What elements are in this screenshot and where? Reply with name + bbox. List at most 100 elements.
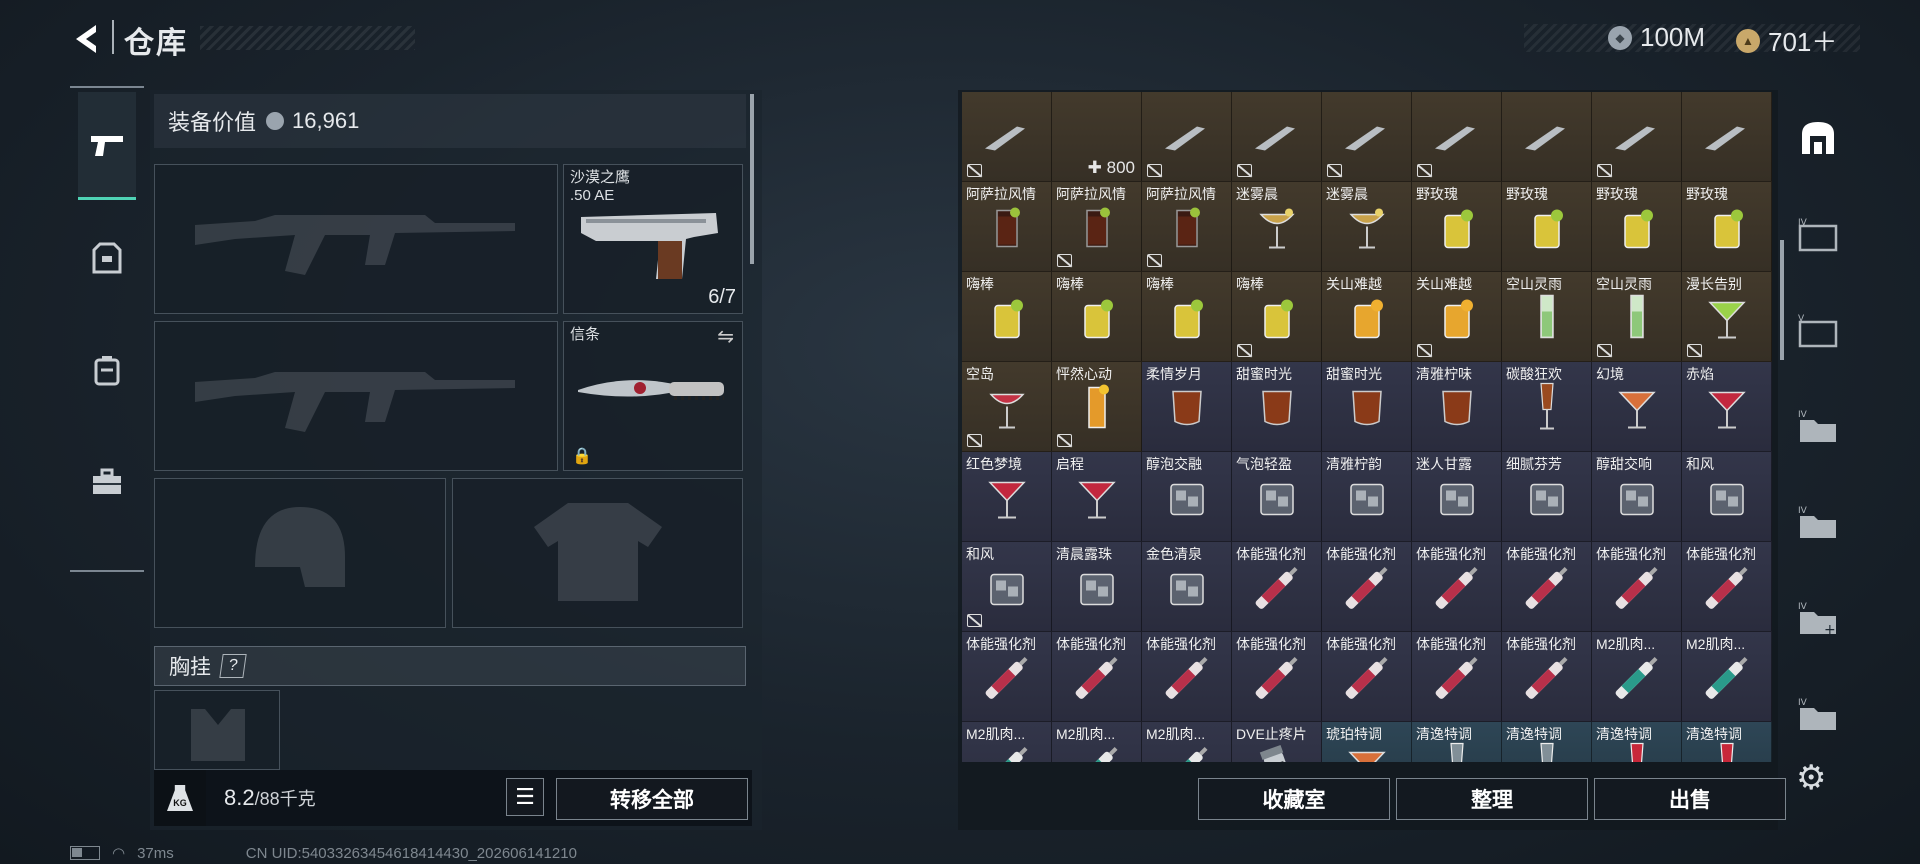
item-cell[interactable]: 野玫瑰: [1682, 182, 1772, 272]
item-cell[interactable]: 漫长告别: [1682, 272, 1772, 362]
item-cell[interactable]: 气泡轻盈: [1232, 452, 1322, 542]
armor-slot[interactable]: [452, 478, 743, 628]
transfer-all-button[interactable]: 转移全部: [556, 778, 748, 820]
item-cell[interactable]: M2肌肉...: [1052, 722, 1142, 762]
item-cell[interactable]: 体能强化剂: [1322, 542, 1412, 632]
item-cell[interactable]: 阿萨拉风情: [1052, 182, 1142, 272]
item-cell[interactable]: 清晨露珠: [1052, 542, 1142, 632]
item-cell[interactable]: [1502, 92, 1592, 182]
item-cell[interactable]: 关山难越: [1322, 272, 1412, 362]
item-cell[interactable]: 嗨棒: [1232, 272, 1322, 362]
item-cell[interactable]: 碳酸狂欢: [1502, 362, 1592, 452]
item-cell[interactable]: 清逸特调: [1592, 722, 1682, 762]
primary-weapon-slot[interactable]: [154, 164, 558, 314]
item-cell[interactable]: 嗨棒: [1052, 272, 1142, 362]
item-cell[interactable]: 嗨棒: [1142, 272, 1232, 362]
loadout-scrollbar[interactable]: [750, 94, 754, 264]
item-cell[interactable]: M2肌肉...: [1592, 632, 1682, 722]
item-cell[interactable]: 赤焰: [1682, 362, 1772, 452]
settings-gear-icon[interactable]: ⚙: [1796, 758, 1826, 798]
item-cell[interactable]: ✚ 800: [1052, 92, 1142, 182]
item-cell[interactable]: [1592, 92, 1682, 182]
item-cell[interactable]: 体能强化剂: [1232, 632, 1322, 722]
item-cell[interactable]: 体能强化剂: [962, 632, 1052, 722]
storage-tab-2[interactable]: V: [1790, 282, 1846, 378]
helmet-slot[interactable]: [154, 478, 446, 628]
item-cell[interactable]: 清雅柠韵: [1322, 452, 1412, 542]
storage-tab-4[interactable]: IV: [1790, 474, 1846, 570]
item-cell[interactable]: 体能强化剂: [1592, 542, 1682, 632]
storage-tab-1[interactable]: IV: [1790, 186, 1846, 282]
item-cell[interactable]: 琥珀特调: [1322, 722, 1412, 762]
item-cell[interactable]: 体能强化剂: [1682, 542, 1772, 632]
item-cell[interactable]: [1682, 92, 1772, 182]
item-cell[interactable]: 甜蜜时光: [1322, 362, 1412, 452]
sort-button[interactable]: 整理: [1396, 778, 1588, 820]
tab-case[interactable]: [78, 428, 136, 536]
item-cell[interactable]: 怦然心动: [1052, 362, 1142, 452]
tab-backpack[interactable]: [78, 316, 136, 424]
tab-armor[interactable]: [78, 204, 136, 312]
item-cell[interactable]: 迷雾晨: [1322, 182, 1412, 272]
item-cell[interactable]: 阿萨拉风情: [962, 182, 1052, 272]
item-cell[interactable]: 迷人甘露: [1412, 452, 1502, 542]
item-cell[interactable]: 和风: [962, 542, 1052, 632]
item-cell[interactable]: 金色清泉: [1142, 542, 1232, 632]
item-cell[interactable]: 红色梦境: [962, 452, 1052, 542]
item-cell[interactable]: 醇甜交响: [1592, 452, 1682, 542]
item-cell[interactable]: 野玫瑰: [1502, 182, 1592, 272]
storage-tab-5[interactable]: IV: [1790, 666, 1846, 762]
secondary-weapon-slot[interactable]: [154, 321, 558, 471]
item-cell[interactable]: 体能强化剂: [1412, 542, 1502, 632]
item-cell[interactable]: 空岛: [962, 362, 1052, 452]
storage-tab-add[interactable]: IV +: [1790, 570, 1846, 666]
melee-slot[interactable]: 信条 ⇋ 🔒: [563, 321, 743, 471]
pistol-slot[interactable]: 沙漠之鹰 .50 AE 6/7: [563, 164, 743, 314]
item-cell[interactable]: 体能强化剂: [1502, 542, 1592, 632]
item-cell[interactable]: 柔情岁月: [1142, 362, 1232, 452]
help-button[interactable]: ?: [219, 654, 247, 678]
item-cell[interactable]: 野玫瑰: [1592, 182, 1682, 272]
item-cell[interactable]: [1412, 92, 1502, 182]
item-cell[interactable]: 清逸特调: [1682, 722, 1772, 762]
item-cell[interactable]: 体能强化剂: [1052, 632, 1142, 722]
item-cell[interactable]: DVE止疼片5/5: [1232, 722, 1322, 762]
item-cell[interactable]: 幻境: [1592, 362, 1682, 452]
sell-button[interactable]: 出售: [1594, 778, 1786, 820]
gold-currency[interactable]: ▲ 701＋: [1736, 22, 1837, 59]
swap-icon[interactable]: ⇋: [717, 324, 734, 349]
item-cell[interactable]: 空山灵雨: [1502, 272, 1592, 362]
item-cell[interactable]: 关山难越: [1412, 272, 1502, 362]
tab-weapons[interactable]: [78, 92, 136, 200]
item-cell[interactable]: 清逸特调: [1502, 722, 1592, 762]
storage-scrollbar[interactable]: [1780, 240, 1784, 360]
item-cell[interactable]: 阿萨拉风情: [1142, 182, 1232, 272]
item-cell[interactable]: 清雅柠味: [1412, 362, 1502, 452]
item-cell[interactable]: 野玫瑰: [1412, 182, 1502, 272]
item-cell[interactable]: 体能强化剂: [1412, 632, 1502, 722]
item-cell[interactable]: [1232, 92, 1322, 182]
item-cell[interactable]: 启程: [1052, 452, 1142, 542]
item-cell[interactable]: 清逸特调: [1412, 722, 1502, 762]
storage-tab-3[interactable]: IV: [1790, 378, 1846, 474]
storage-main-tab[interactable]: [1790, 90, 1846, 186]
item-cell[interactable]: 空山灵雨: [1592, 272, 1682, 362]
list-view-button[interactable]: ☰: [506, 778, 544, 816]
collection-room-button[interactable]: 收藏室: [1198, 778, 1390, 820]
item-cell[interactable]: 醇泡交融: [1142, 452, 1232, 542]
item-cell[interactable]: 甜蜜时光: [1232, 362, 1322, 452]
chest-rig-slot[interactable]: [154, 690, 280, 770]
item-cell[interactable]: 嗨棒: [962, 272, 1052, 362]
item-cell[interactable]: [962, 92, 1052, 182]
item-cell[interactable]: M2肌肉...: [1682, 632, 1772, 722]
item-cell[interactable]: [1142, 92, 1232, 182]
item-cell[interactable]: 迷雾晨: [1232, 182, 1322, 272]
back-arrow-icon[interactable]: [70, 22, 104, 56]
item-cell[interactable]: [1322, 92, 1412, 182]
item-cell[interactable]: 体能强化剂: [1502, 632, 1592, 722]
item-cell[interactable]: 体能强化剂: [1232, 542, 1322, 632]
item-cell[interactable]: 和风: [1682, 452, 1772, 542]
item-cell[interactable]: M2肌肉...: [962, 722, 1052, 762]
item-cell[interactable]: 细腻芬芳: [1502, 452, 1592, 542]
item-cell[interactable]: 体能强化剂: [1322, 632, 1412, 722]
